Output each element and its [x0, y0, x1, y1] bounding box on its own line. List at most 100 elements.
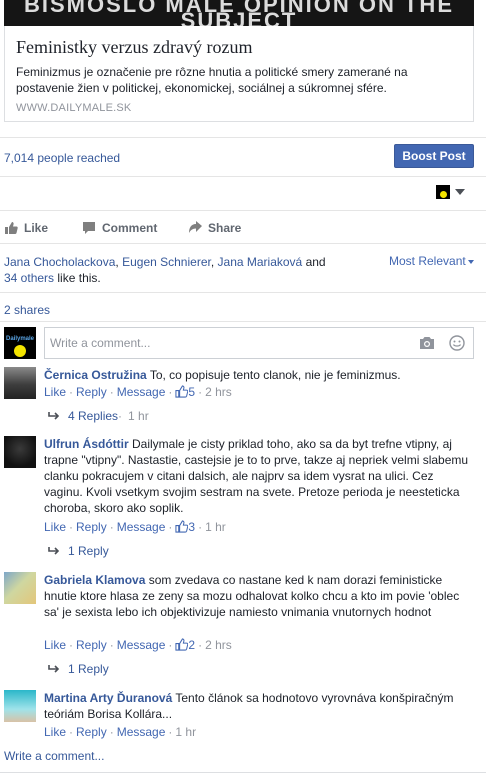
commenter-avatar[interactable]: [4, 367, 36, 399]
reply-arrow-icon: [48, 665, 60, 673]
divider: [0, 321, 486, 322]
comment-actions: Like · Reply · Message · 5 · 2 hrs: [44, 385, 232, 399]
separator: ·: [69, 520, 74, 534]
link-preview[interactable]: Feministky verzus zdravý rozum Feminizmu…: [4, 26, 474, 122]
divider: [0, 243, 486, 244]
like-label: Like: [24, 221, 49, 235]
comment-actions: Like · Reply · Message · 3 · 1 hr: [44, 520, 226, 534]
avatar-brand-text: Dailymale: [6, 336, 35, 342]
liker-name[interactable]: Eugen Schnierer: [122, 255, 211, 269]
comment-like-count[interactable]: 2: [175, 638, 195, 652]
camera-icon[interactable]: [419, 336, 435, 350]
comment-body: Martina Arty Ďuranová Tento článok sa ho…: [44, 690, 474, 722]
likes-and-text: and: [305, 255, 326, 269]
comment-actions: Like · Reply · Message · 2 · 2 hrs: [44, 638, 232, 652]
likes-summary: Jana Chocholackova, Eugen Schnierer, Jan…: [4, 254, 334, 286]
page-identity-selector[interactable]: [436, 185, 466, 199]
liker-name[interactable]: Jana Mariaková: [218, 255, 303, 269]
sort-label: Most Relevant: [389, 254, 466, 268]
comment-reply-link[interactable]: Reply: [76, 638, 107, 652]
boost-post-button[interactable]: Boost Post: [394, 144, 474, 168]
separator: ·: [69, 725, 74, 739]
comment-body: Ulfrun Ásdóttir Dailymale je cisty prikl…: [44, 436, 474, 516]
comment-text: To, co popisuje tento clanok, nie je fem…: [149, 368, 401, 382]
share-label: Share: [208, 221, 242, 235]
thumbs-up-icon: [175, 520, 189, 533]
comment-like-link[interactable]: Like: [44, 725, 66, 739]
divider: [0, 210, 486, 211]
comment-composer[interactable]: [44, 327, 474, 359]
reply-arrow-icon: [48, 412, 60, 420]
comment-like-link[interactable]: Like: [44, 638, 66, 652]
like-button[interactable]: Like: [4, 220, 64, 236]
link-preview-description: Feminizmus je označenie pre rôzne hnutia…: [16, 65, 408, 95]
separator: ·: [168, 385, 173, 399]
preview-image-text-2: SUBJECT: [180, 8, 298, 27]
shares-count-link[interactable]: 2 shares: [4, 303, 50, 317]
link-preview-title[interactable]: Feministky verzus zdravý rozum: [16, 37, 252, 58]
comment-message-link[interactable]: Message: [117, 385, 166, 399]
link-preview-image[interactable]: BISMOSLO MALE OPINION ON THE SUBJECT: [4, 0, 474, 26]
view-replies-link[interactable]: 1 Reply: [48, 544, 109, 558]
comment-timestamp[interactable]: 2 hrs: [205, 638, 232, 652]
separator: ,: [210, 255, 215, 269]
comment-reply-link[interactable]: Reply: [76, 385, 107, 399]
comment-like-link[interactable]: Like: [44, 385, 66, 399]
page-avatar-icon: [436, 185, 450, 199]
commenter-avatar[interactable]: [4, 436, 36, 468]
likes-suffix-text: like this.: [57, 271, 101, 285]
comment-like-count[interactable]: 3: [175, 520, 195, 534]
comment-reply-link[interactable]: Reply: [76, 520, 107, 534]
separator: ·: [168, 725, 173, 739]
separator: ·: [109, 385, 114, 399]
separator: ·: [198, 520, 203, 534]
separator: ,: [115, 255, 119, 269]
comment-bubble-icon: [83, 222, 95, 234]
comment-message-link[interactable]: Message: [117, 638, 166, 652]
commenter-avatar[interactable]: [4, 690, 36, 722]
comment-author[interactable]: Černica Ostružina: [44, 368, 147, 382]
write-comment-link[interactable]: Write a comment...: [4, 749, 104, 763]
view-replies-link[interactable]: 1 Reply: [48, 662, 109, 676]
share-button[interactable]: Share: [188, 220, 258, 236]
comment-message-link[interactable]: Message: [117, 520, 166, 534]
comment-timestamp[interactable]: 1 hr: [205, 520, 226, 534]
reach-count-link[interactable]: 7,014 people reached: [4, 151, 120, 165]
comment-author[interactable]: Martina Arty Ďuranová: [44, 691, 172, 705]
divider: [0, 176, 486, 177]
comment-message-link[interactable]: Message: [117, 725, 166, 739]
separator: ·: [69, 385, 74, 399]
avatar-dot: [14, 345, 26, 357]
separator: ·: [168, 520, 173, 534]
commenter-avatar[interactable]: [4, 572, 36, 604]
separator: ·: [198, 638, 203, 652]
replies-timestamp: 1 hr: [128, 409, 149, 423]
likes-others-link[interactable]: 34 others: [4, 271, 54, 285]
comment-timestamp[interactable]: 2 hrs: [205, 385, 232, 399]
share-arrow-icon: [189, 221, 202, 233]
comment-sort-dropdown[interactable]: Most Relevant: [389, 254, 474, 268]
post-card: BISMOSLO MALE OPINION ON THE SUBJECT Fem…: [0, 0, 486, 776]
divider: [0, 292, 486, 293]
reply-arrow-icon: [48, 547, 60, 555]
comment-button[interactable]: Comment: [82, 220, 172, 236]
emoji-icon[interactable]: [449, 335, 465, 351]
comment-reply-link[interactable]: Reply: [76, 725, 107, 739]
divider: [0, 772, 486, 773]
comment-body: Gabriela Klamova som zvedava co nastane …: [44, 572, 474, 620]
replies-count: 1 Reply: [68, 662, 109, 676]
comment-timestamp[interactable]: 1 hr: [175, 725, 196, 739]
comment-input[interactable]: [50, 335, 400, 351]
link-preview-domain: WWW.DAILYMALE.SK: [16, 102, 132, 114]
comment-like-link[interactable]: Like: [44, 520, 66, 534]
caret-down-icon: [455, 189, 465, 195]
liker-name[interactable]: Jana Chocholackova: [4, 255, 115, 269]
comment-like-count[interactable]: 5: [175, 385, 195, 399]
comment-author[interactable]: Ulfrun Ásdóttir: [44, 437, 129, 451]
comment-body: Černica Ostružina To, co popisuje tento …: [44, 367, 474, 383]
thumbs-up-icon: [175, 385, 189, 398]
comment-actions: Like · Reply · Message · 1 hr: [44, 725, 196, 739]
separator: ·: [69, 638, 74, 652]
comment-author[interactable]: Gabriela Klamova: [44, 573, 145, 587]
view-replies-link[interactable]: 4 Replies· 1 hr: [48, 409, 149, 423]
